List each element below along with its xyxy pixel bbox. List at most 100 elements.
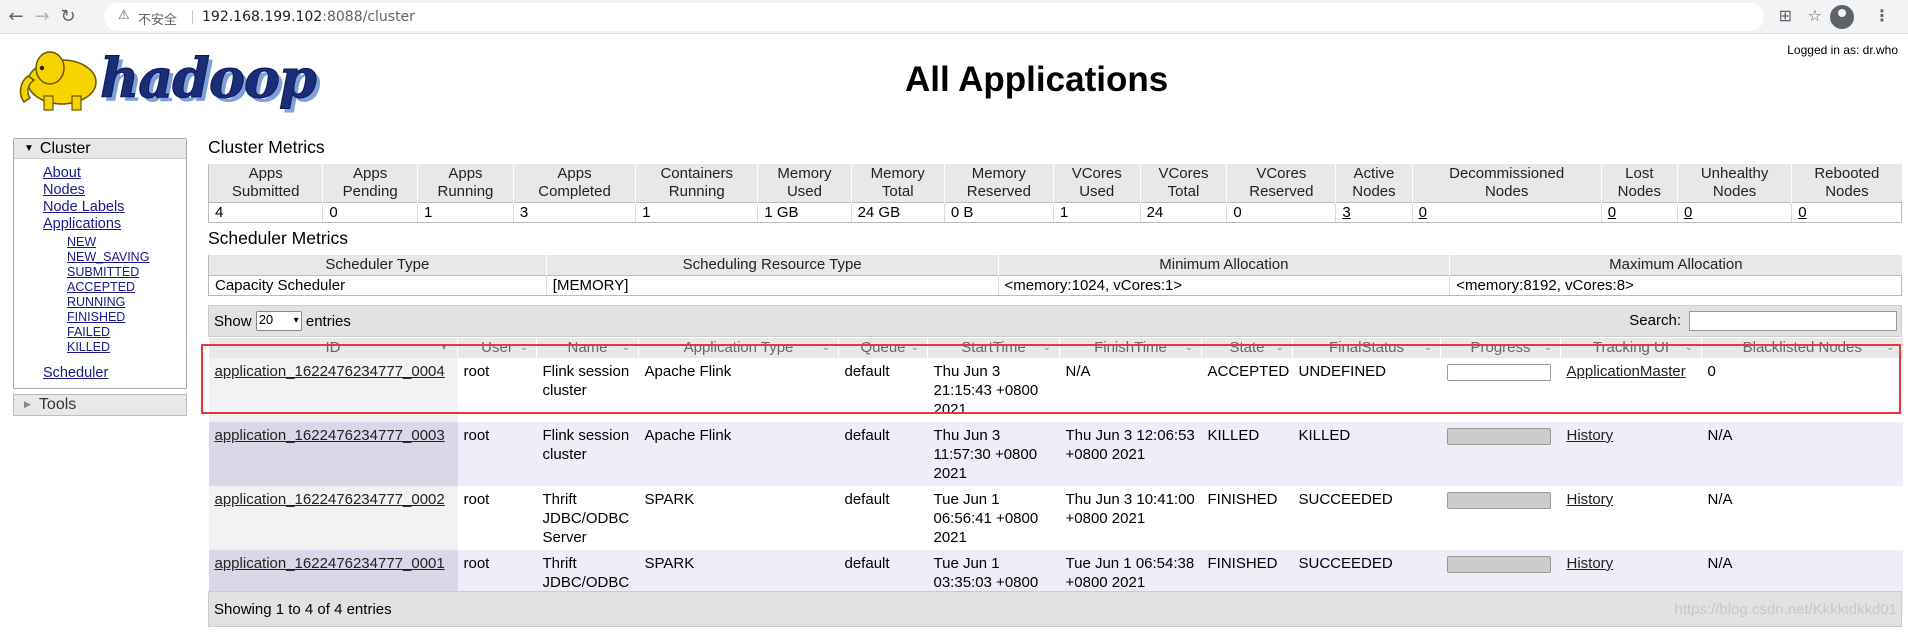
applications-table: ID ▼ User ⌄ Name ⌄ Application Type ⌄ Queue ⌄ Star… xyxy=(208,338,1903,614)
page-size-control: Show 20 ▾ entries xyxy=(214,311,351,331)
metric-value-apps-completed: 3 xyxy=(512,202,636,223)
metric-link[interactable]: 3 xyxy=(1342,204,1350,221)
profile-avatar-icon[interactable] xyxy=(1830,5,1854,29)
search-input[interactable] xyxy=(1689,311,1897,331)
metric-value-vcores-reserved: 0 xyxy=(1226,202,1336,223)
cell-progress xyxy=(1440,486,1561,550)
column-header-id[interactable]: ID ▼ xyxy=(208,338,458,358)
metric-link[interactable]: 0 xyxy=(1608,204,1616,221)
cell-final: SUCCEEDED xyxy=(1292,486,1441,550)
sidebar-link-scheduler[interactable]: Scheduler xyxy=(43,365,186,382)
progress-bar xyxy=(1446,492,1551,509)
scheduler-metrics-title: Scheduler Metrics xyxy=(208,228,349,248)
cell-tracking[interactable]: History xyxy=(1560,486,1702,550)
metric-value-memory-reserved: 0 B xyxy=(943,202,1054,223)
cell-state: ACCEPTED xyxy=(1201,358,1293,422)
metric-link[interactable]: 0 xyxy=(1419,204,1427,221)
cell-type: Apache Flink xyxy=(638,422,839,486)
hadoop-logo[interactable]: hadoop hadoop xyxy=(14,40,321,118)
address-bar[interactable]: ⚠ 不安全 192.168.199.102:8088/cluster xyxy=(104,3,1764,31)
cell-type: Apache Flink xyxy=(638,358,839,422)
metric-value-unhealthy-nodes[interactable]: 0 xyxy=(1676,202,1792,223)
cell-id[interactable]: application_1622476234777_0003 xyxy=(208,422,458,486)
column-header-finishtime[interactable]: FinishTime ⌄ xyxy=(1059,338,1202,358)
more-menu-icon[interactable]: ⋮ xyxy=(1874,6,1890,25)
url-text[interactable]: 192.168.199.102:8088/cluster xyxy=(202,9,415,25)
column-header-application-type[interactable]: Application Type ⌄ xyxy=(638,338,839,358)
application-id-link[interactable]: application_1622476234777_0002 xyxy=(215,491,445,508)
metric-link[interactable]: 0 xyxy=(1798,204,1806,221)
sidebar-link-node-labels[interactable]: Node Labels xyxy=(43,199,186,216)
metric-value-active-nodes[interactable]: 3 xyxy=(1335,202,1413,223)
column-header-queue[interactable]: Queue ⌄ xyxy=(838,338,928,358)
column-header-starttime[interactable]: StartTime ⌄ xyxy=(927,338,1060,358)
page-size-select[interactable]: 20 ▾ xyxy=(255,311,302,331)
cell-user: root xyxy=(457,358,537,422)
divider xyxy=(192,10,193,24)
sidebar-link-about[interactable]: About xyxy=(43,165,186,182)
column-header-name[interactable]: Name ⌄ xyxy=(536,338,639,358)
app-state-new[interactable]: NEW xyxy=(67,235,186,250)
metric-value-rebooted-nodes[interactable]: 0 xyxy=(1791,202,1902,223)
watermark: https://blog.csdn.net/Kkkkidkkd01 xyxy=(1674,601,1897,618)
sort-chevron-icon: ⌄ xyxy=(1886,342,1895,353)
column-header-state[interactable]: State ⌄ xyxy=(1201,338,1293,358)
sort-chevron-icon: ⌄ xyxy=(910,342,919,353)
cell-start: Thu Jun 3 11:57:30 +0800 2021 xyxy=(927,422,1060,486)
reload-icon[interactable]: ↻ xyxy=(56,5,80,29)
forward-arrow-icon[interactable]: → xyxy=(30,5,54,29)
metric-header-lost-nodes: Lost Nodes xyxy=(1600,164,1678,203)
column-header-tracking-ui[interactable]: Tracking UI ⌄ xyxy=(1560,338,1702,358)
column-header-blacklisted-nodes[interactable]: Blacklisted Nodes ⌄ xyxy=(1701,338,1903,358)
scheduler-header-scheduler-type: Scheduler Type xyxy=(208,255,547,276)
translate-icon[interactable]: ⊞ xyxy=(1779,6,1792,25)
app-state-killed[interactable]: KILLED xyxy=(67,340,186,355)
app-state-finished[interactable]: FINISHED xyxy=(67,310,186,325)
cell-user: root xyxy=(457,422,537,486)
sidebar-link-nodes[interactable]: Nodes xyxy=(43,182,186,199)
metric-link[interactable]: 0 xyxy=(1684,204,1692,221)
cluster-header[interactable]: ▼ Cluster xyxy=(14,139,186,159)
cell-tracking[interactable]: ApplicationMaster xyxy=(1560,358,1702,422)
sidebar: ▼ Cluster About Nodes Node Labels Applica… xyxy=(13,138,187,416)
metric-header-memory-total: Memory Total xyxy=(850,164,945,203)
application-id-link[interactable]: application_1622476234777_0001 xyxy=(215,555,445,572)
tracking-ui-link[interactable]: ApplicationMaster xyxy=(1567,363,1686,380)
cell-start: Thu Jun 3 21:15:43 +0800 2021 xyxy=(927,358,1060,422)
chevron-down-icon: ▾ xyxy=(293,315,299,326)
sort-chevron-icon: ⌄ xyxy=(519,342,528,353)
app-state-accepted[interactable]: ACCEPTED xyxy=(67,280,186,295)
cell-id[interactable]: application_1622476234777_0004 xyxy=(208,358,458,422)
cell-progress xyxy=(1440,422,1561,486)
column-header-progress[interactable]: Progress ⌄ xyxy=(1440,338,1561,358)
app-state-submitted[interactable]: SUBMITTED xyxy=(67,265,186,280)
application-id-link[interactable]: application_1622476234777_0003 xyxy=(215,427,445,444)
app-state-new-saving[interactable]: NEW_SAVING xyxy=(67,250,186,265)
bookmark-star-icon[interactable]: ☆ xyxy=(1808,6,1822,25)
tracking-ui-link[interactable]: History xyxy=(1567,555,1614,572)
app-state-failed[interactable]: FAILED xyxy=(67,325,186,340)
cell-name: Flink session cluster xyxy=(536,422,639,486)
cell-user: root xyxy=(457,486,537,550)
metric-value-containers-running: 1 xyxy=(635,202,758,223)
scheduler-value-maximum-allocation: <memory:8192, vCores:8> xyxy=(1449,275,1902,296)
metric-value-apps-pending: 0 xyxy=(322,202,418,223)
cell-id[interactable]: application_1622476234777_0002 xyxy=(208,486,458,550)
sidebar-link-applications[interactable]: Applications xyxy=(43,216,186,233)
metric-header-containers-running: Containers Running xyxy=(635,164,758,203)
back-arrow-icon[interactable]: ← xyxy=(4,5,28,29)
app-state-running[interactable]: RUNNING xyxy=(67,295,186,310)
cell-blacklisted: N/A xyxy=(1701,422,1903,486)
cell-tracking[interactable]: History xyxy=(1560,422,1702,486)
column-header-finalstatus[interactable]: FinalStatus ⌄ xyxy=(1292,338,1441,358)
metric-value-decommissioned-nodes[interactable]: 0 xyxy=(1411,202,1602,223)
metric-value-lost-nodes[interactable]: 0 xyxy=(1600,202,1678,223)
tracking-ui-link[interactable]: History xyxy=(1567,427,1614,444)
application-id-link[interactable]: application_1622476234777_0004 xyxy=(215,363,445,380)
metric-header-vcores-reserved: VCores Reserved xyxy=(1226,164,1336,203)
scheduler-value-scheduler-type: Capacity Scheduler xyxy=(208,275,547,296)
tools-header[interactable]: ▶ Tools xyxy=(13,394,187,416)
column-header-user[interactable]: User ⌄ xyxy=(457,338,537,358)
warning-icon: ⚠ xyxy=(118,8,130,23)
tracking-ui-link[interactable]: History xyxy=(1567,491,1614,508)
